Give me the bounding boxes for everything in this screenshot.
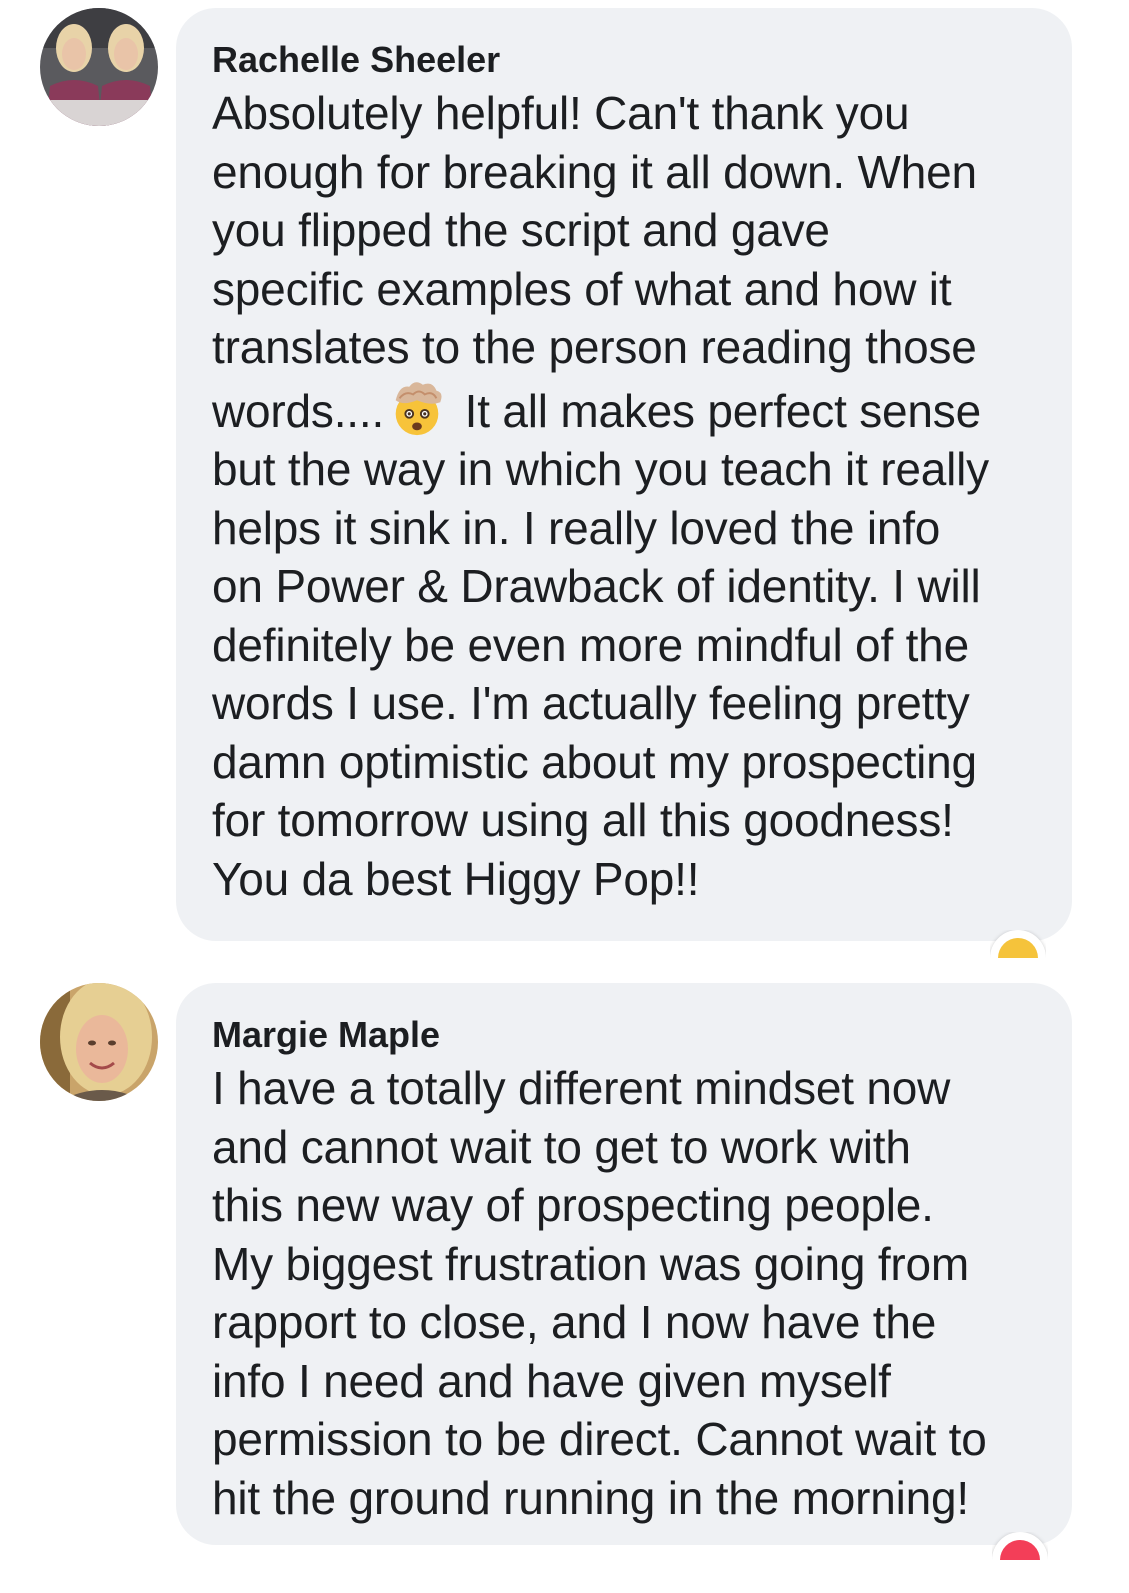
comment-author[interactable]: Rachelle Sheeler bbox=[212, 38, 1048, 82]
reaction-badge[interactable] bbox=[990, 930, 1046, 958]
avatar[interactable] bbox=[40, 983, 158, 1101]
reaction-badge[interactable] bbox=[992, 1532, 1048, 1560]
margie-avatar-image bbox=[40, 983, 158, 1101]
wow-reaction-icon bbox=[998, 938, 1038, 958]
comment-bubble: Rachelle Sheeler Absolutely helpful! Can… bbox=[176, 8, 1072, 941]
comment-text-part-2: It all makes perfect sense but the way i… bbox=[212, 384, 989, 905]
comment-text: Absolutely helpful! Can't thank you enou… bbox=[212, 84, 1048, 908]
comment-author[interactable]: Margie Maple bbox=[212, 1013, 1048, 1057]
avatar[interactable] bbox=[40, 8, 158, 126]
rachelle-avatar-image bbox=[40, 8, 158, 126]
love-reaction-icon bbox=[1000, 1540, 1040, 1560]
exploding-head-icon bbox=[395, 381, 442, 435]
comment-bubble: Margie Maple I have a totally different … bbox=[176, 983, 1072, 1545]
comment-text: I have a totally different mindset now a… bbox=[212, 1062, 987, 1524]
